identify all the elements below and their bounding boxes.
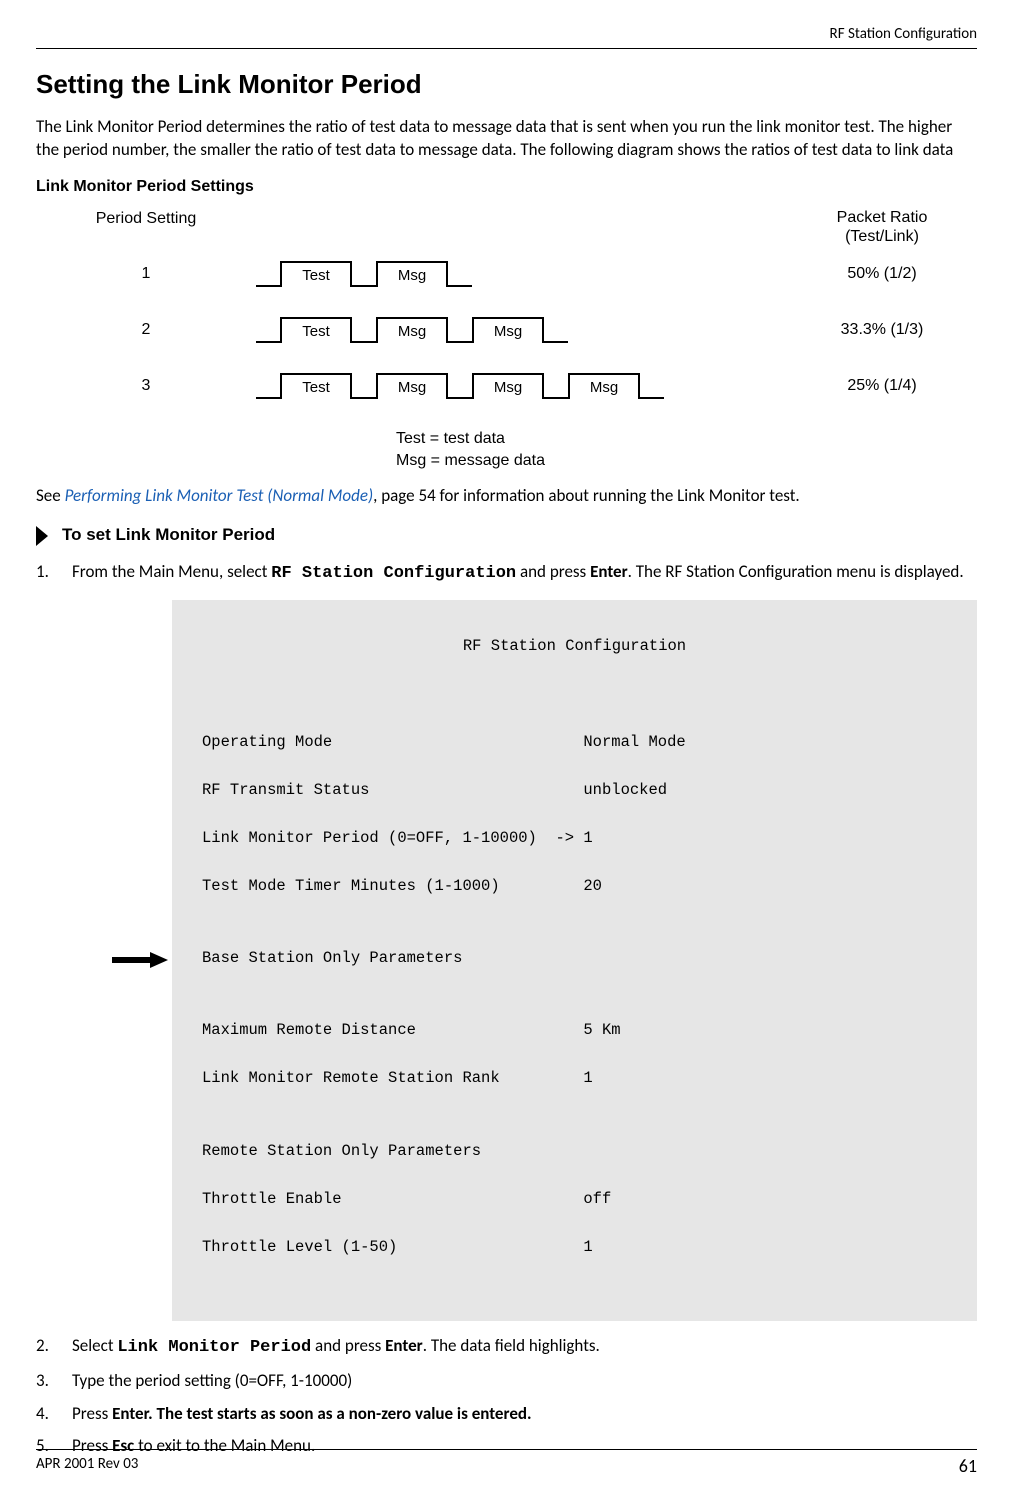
terminal-line: Maximum Remote Distance 5 Km bbox=[202, 1018, 947, 1042]
terminal-line: Throttle Enable off bbox=[202, 1187, 947, 1211]
step-text: Press bbox=[72, 1403, 112, 1424]
pulse-train: Test Msg Msg bbox=[256, 317, 568, 344]
pointer-arrow-icon bbox=[108, 952, 172, 968]
step-text: . The test starts as soon as a non-zero … bbox=[148, 1403, 531, 1424]
pulse-box: Msg bbox=[376, 373, 448, 399]
procedure-title: To set Link Monitor Period bbox=[62, 524, 275, 547]
legend-line: Test = test data bbox=[396, 428, 977, 450]
cross-reference-link[interactable]: Performing Link Monitor Test (Normal Mod… bbox=[65, 485, 374, 506]
pulse-box: Test bbox=[280, 261, 352, 287]
packet-ratio-header: Packet Ratio (Test/Link) bbox=[797, 208, 977, 246]
link-monitor-diagram: Period Setting Packet Ratio (Test/Link) … bbox=[36, 208, 977, 472]
top-rule bbox=[36, 48, 977, 49]
step-text: . The RF Station Configuration menu is d… bbox=[628, 561, 964, 582]
diagram-row: 2 Test Msg Msg 33.3% (1/3) bbox=[36, 302, 977, 358]
step-text: Select bbox=[72, 1335, 117, 1356]
diagram-legend: Test = test data Msg = message data bbox=[396, 428, 977, 471]
step-item: Press Enter. The test starts as soon as … bbox=[36, 1403, 977, 1426]
step-text: Type the period setting (0=OFF, 1-10000) bbox=[72, 1370, 352, 1391]
period-value: 1 bbox=[36, 263, 256, 285]
key-name: Enter bbox=[590, 561, 628, 582]
terminal-line: Test Mode Timer Minutes (1-1000) 20 bbox=[202, 874, 947, 898]
pulse-box: Msg bbox=[568, 373, 640, 399]
terminal-line: Operating Mode Normal Mode bbox=[202, 730, 947, 754]
pulse-box: Test bbox=[280, 317, 352, 343]
page-footer: APR 2001 Rev 03 61 bbox=[36, 1449, 977, 1478]
period-value: 3 bbox=[36, 375, 256, 397]
terminal-line bbox=[202, 682, 947, 706]
step-item: Select Link Monitor Period and press Ent… bbox=[36, 1335, 977, 1360]
pulse-box: Msg bbox=[376, 261, 448, 287]
step-text: and press bbox=[516, 561, 590, 582]
see-pre: See bbox=[36, 485, 65, 506]
terminal-line: Link Monitor Period (0=OFF, 1-10000) -> … bbox=[202, 826, 947, 850]
pulse-train: Test Msg Msg Msg bbox=[256, 373, 664, 400]
step-text: and press bbox=[311, 1335, 385, 1356]
footer-left: APR 2001 Rev 03 bbox=[36, 1454, 138, 1478]
ratio-value: 33.3% (1/3) bbox=[797, 319, 977, 341]
see-reference: See Performing Link Monitor Test (Normal… bbox=[36, 485, 977, 508]
page-number: 61 bbox=[959, 1454, 977, 1478]
terminal-line: Base Station Only Parameters bbox=[202, 946, 947, 970]
diagram-row: 3 Test Msg Msg Msg 25% (1/4) bbox=[36, 358, 977, 414]
diagram-heading: Link Monitor Period Settings bbox=[36, 176, 977, 198]
code-text: RF Station Configuration bbox=[271, 564, 516, 583]
page-title: Setting the Link Monitor Period bbox=[36, 67, 977, 102]
step-item: From the Main Menu, select RF Station Co… bbox=[36, 561, 977, 1320]
pulse-box: Test bbox=[280, 373, 352, 399]
key-name: Enter bbox=[112, 1403, 148, 1424]
terminal-line: Throttle Level (1-50) 1 bbox=[202, 1235, 947, 1259]
procedure-arrow-icon bbox=[36, 526, 52, 546]
period-setting-header: Period Setting bbox=[36, 208, 256, 246]
terminal-title: RF Station Configuration bbox=[202, 634, 947, 658]
step-text: . The data field highlights. bbox=[423, 1335, 600, 1356]
intro-paragraph: The Link Monitor Period determines the r… bbox=[36, 116, 977, 162]
period-value: 2 bbox=[36, 319, 256, 341]
running-header: RF Station Configuration bbox=[36, 24, 977, 44]
terminal-line: RF Transmit Status unblocked bbox=[202, 778, 947, 802]
diagram-row: 1 Test Msg 50% (1/2) bbox=[36, 246, 977, 302]
terminal-line: Remote Station Only Parameters bbox=[202, 1139, 947, 1163]
pulse-box: Msg bbox=[472, 317, 544, 343]
see-post: , page 54 for information about running … bbox=[373, 485, 800, 506]
step-item: Type the period setting (0=OFF, 1-10000) bbox=[36, 1370, 977, 1393]
ratio-value: 50% (1/2) bbox=[797, 263, 977, 285]
footer-rule bbox=[36, 1449, 977, 1450]
terminal-line: Link Monitor Remote Station Rank 1 bbox=[202, 1066, 947, 1090]
legend-line: Msg = message data bbox=[396, 450, 977, 472]
key-name: Enter bbox=[385, 1335, 423, 1356]
pulse-train: Test Msg bbox=[256, 261, 472, 288]
pulse-box: Msg bbox=[376, 317, 448, 343]
pulse-box: Msg bbox=[472, 373, 544, 399]
terminal-screen: RF Station Configuration Operating Mode … bbox=[172, 600, 977, 1320]
step-text: From the Main Menu, select bbox=[72, 561, 271, 582]
code-text: Link Monitor Period bbox=[117, 1338, 311, 1357]
ratio-value: 25% (1/4) bbox=[797, 375, 977, 397]
